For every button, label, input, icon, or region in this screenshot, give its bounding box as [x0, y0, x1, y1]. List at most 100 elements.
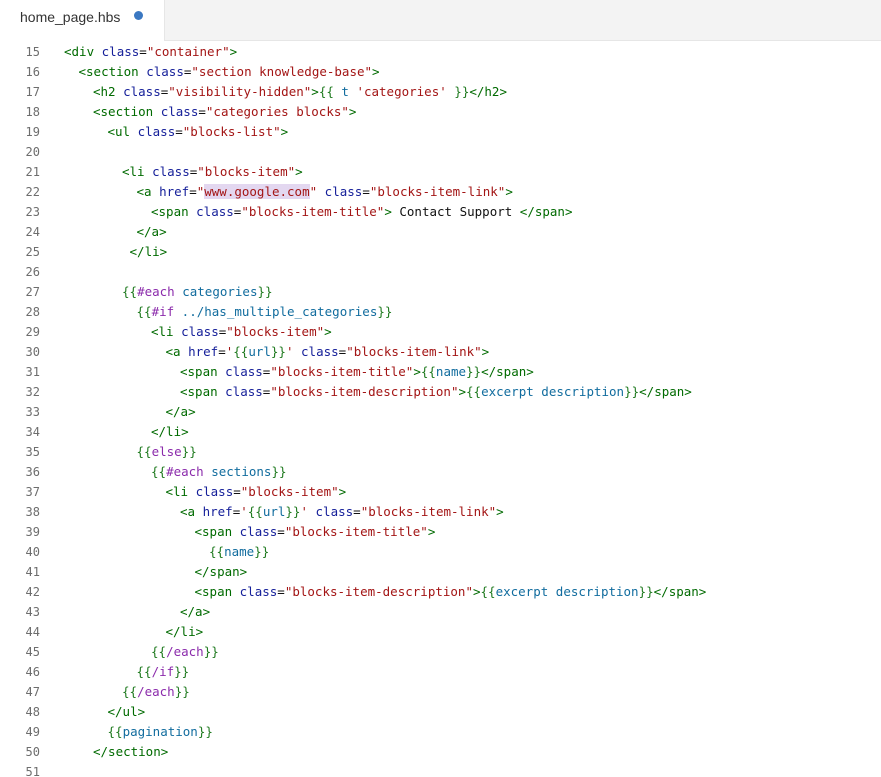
code-line[interactable]: 29 <li class="blocks-item">	[0, 322, 881, 342]
code-token: class	[160, 104, 199, 119]
code-token: <a	[165, 344, 189, 359]
code-token: {{	[107, 724, 123, 739]
code-line[interactable]: 44 </li>	[0, 622, 881, 642]
code-token: }}	[285, 504, 301, 519]
code-token: excerpt	[495, 584, 556, 599]
code-line[interactable]: 22 <a href="www.google.com" class="blocks…	[0, 182, 881, 202]
line-number: 20	[25, 145, 40, 159]
code-token: >	[458, 384, 467, 399]
code-line[interactable]: 26	[0, 262, 881, 282]
code-line[interactable]: 38 <a href='{{url}}' class="blocks-item-l…	[0, 502, 881, 522]
code-token: #if	[151, 304, 182, 319]
code-token: >	[348, 104, 357, 119]
code-line[interactable]: 18 <section class="categories blocks">	[0, 102, 881, 122]
code-token: "blocks-item"	[226, 324, 325, 339]
code-token: #each	[166, 464, 212, 479]
code-token: "blocks-item-description"	[284, 584, 473, 599]
code-token: class	[301, 344, 339, 359]
tab-home-page-hbs[interactable]: home_page.hbs	[0, 0, 165, 41]
code-line[interactable]: 27 {{#each categories}}	[0, 282, 881, 302]
code-token: =	[198, 104, 206, 119]
code-line[interactable]: 43 </a>	[0, 602, 881, 622]
line-code: <span class="blocks-item-title">	[195, 522, 436, 542]
code-line[interactable]: 28 {{#if ../has_multiple_categories}}	[0, 302, 881, 322]
code-token: "blocks-item"	[197, 164, 296, 179]
line-number: 47	[25, 685, 40, 699]
line-number: 39	[25, 525, 40, 539]
line-number: 15	[25, 45, 40, 59]
code-token: "visibility-hidden"	[168, 84, 312, 99]
code-token: {{	[151, 464, 167, 479]
line-number: 45	[25, 645, 40, 659]
code-line[interactable]: 35 {{else}}	[0, 442, 881, 462]
line-code: </li>	[166, 622, 204, 642]
code-token: <section	[93, 104, 161, 119]
line-code: </span>	[195, 562, 248, 582]
line-code: </li>	[122, 242, 168, 262]
line-code: <span class="blocks-item-description">{{…	[195, 582, 707, 602]
line-code: <li class="blocks-item">	[151, 322, 332, 342]
code-line[interactable]: 25 </li>	[0, 242, 881, 262]
code-token: <span	[151, 204, 197, 219]
code-token: </ul>	[107, 704, 146, 719]
code-line[interactable]: 33 </a>	[0, 402, 881, 422]
code-token: class	[181, 324, 219, 339]
code-token: "blocks-item-title"	[284, 524, 428, 539]
code-editor[interactable]: 15 <div class="container"> 16 <section clas…	[0, 41, 881, 777]
code-line[interactable]: 15 <div class="container">	[0, 42, 881, 62]
code-line[interactable]: 17 <h2 class="visibility-hidden">{{ t 'ca…	[0, 82, 881, 102]
code-line[interactable]: 36 {{#each sections}}	[0, 462, 881, 482]
code-token: <a	[180, 504, 203, 519]
code-line[interactable]: 30 <a href='{{url}}' class="blocks-item-l…	[0, 342, 881, 362]
code-token: >	[472, 584, 481, 599]
code-token: <div	[64, 44, 102, 59]
code-line[interactable]: 24 </a>	[0, 222, 881, 242]
code-line[interactable]: 34 </li>	[0, 422, 881, 442]
line-number: 41	[25, 565, 40, 579]
code-token: '	[300, 504, 308, 519]
code-token: "blocks-item-link"	[346, 344, 482, 359]
code-line[interactable]: 47 {{/each}}	[0, 682, 881, 702]
code-token: class	[225, 364, 263, 379]
code-line[interactable]: 42 <span class="blocks-item-description">…	[0, 582, 881, 602]
code-line[interactable]: 51	[0, 762, 881, 777]
code-line[interactable]: 20	[0, 142, 881, 162]
code-line[interactable]: 46 {{/if}}	[0, 662, 881, 682]
code-token: "blocks-list"	[182, 124, 281, 139]
line-number: 33	[25, 405, 40, 419]
code-line[interactable]: 40 {{name}}	[0, 542, 881, 562]
code-token: >	[505, 184, 513, 199]
code-line[interactable]: 32 <span class="blocks-item-description">…	[0, 382, 881, 402]
code-line[interactable]: 50 </section>	[0, 742, 881, 762]
code-line[interactable]: 31 <span class="blocks-item-title">{{name…	[0, 362, 881, 382]
code-token: categories	[182, 284, 258, 299]
code-line[interactable]: 19 <ul class="blocks-list">	[0, 122, 881, 142]
line-number: 27	[25, 285, 40, 299]
code-token: </h2>	[469, 84, 507, 99]
code-line[interactable]: 39 <span class="blocks-item-title">	[0, 522, 881, 542]
unsaved-dot-icon[interactable]	[134, 11, 143, 20]
code-line[interactable]: 48 </ul>	[0, 702, 881, 722]
line-number: 17	[25, 85, 40, 99]
code-line[interactable]: 37 <li class="blocks-item">	[0, 482, 881, 502]
code-token: >	[280, 124, 289, 139]
code-token: "blocks-item-title"	[241, 204, 385, 219]
code-line[interactable]: 49 {{pagination}}	[0, 722, 881, 742]
code-line[interactable]: 45 {{/each}}	[0, 642, 881, 662]
code-line[interactable]: 16 <section class="section knowledge-base…	[0, 62, 881, 82]
code-token: {{	[151, 644, 167, 659]
line-code: {{#if ../has_multiple_categories}}	[137, 302, 393, 322]
code-line[interactable]: 23 <span class="blocks-item-title"> Conta…	[0, 202, 881, 222]
code-line[interactable]: 21 <li class="blocks-item">	[0, 162, 881, 182]
line-number: 26	[25, 265, 40, 279]
line-code: </li>	[151, 422, 189, 442]
code-token: t	[341, 84, 357, 99]
line-number: 40	[25, 545, 40, 559]
code-line[interactable]: 41 </span>	[0, 562, 881, 582]
code-token: <li	[165, 484, 196, 499]
line-code: <span class="blocks-item-title">{{name}}…	[180, 362, 534, 382]
code-token: <section	[78, 64, 147, 79]
line-number: 25	[25, 245, 40, 259]
line-number: 44	[25, 625, 40, 639]
